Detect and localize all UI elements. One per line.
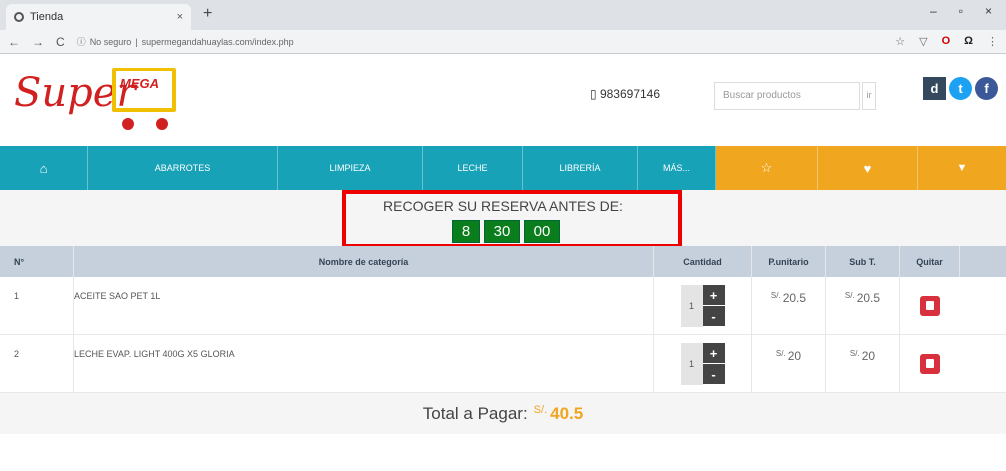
search-button[interactable]: ir: [862, 82, 876, 110]
nav-item-limpieza[interactable]: LIMPIEZA: [278, 146, 423, 190]
tab-title: Tienda: [30, 11, 64, 23]
total-label: Total a Pagar:: [422, 403, 528, 423]
browser-tab[interactable]: Tienda ×: [6, 4, 191, 30]
highlight-box: [342, 190, 682, 248]
url-field[interactable]: ⓘ No seguro | supermegandahuaylas.com/in…: [76, 32, 886, 51]
nav-cart[interactable]: ▼: [918, 146, 1006, 190]
nav-favorites[interactable]: ☆: [716, 146, 818, 190]
d-social-icon[interactable]: d: [923, 77, 946, 100]
product-name: LECHE EVAP. LIGHT 400G X5 GLORIA: [74, 335, 654, 392]
globe-icon: [14, 12, 24, 22]
nav-item-abarrotes[interactable]: ABARROTES: [88, 146, 278, 190]
unit-price: S/. 20: [752, 335, 826, 392]
phone-icon: ▯: [590, 87, 597, 101]
close-window-button[interactable]: ×: [985, 4, 992, 18]
quantity-value[interactable]: 1: [680, 284, 703, 327]
nav-item-libreria[interactable]: LIBRERÍA: [523, 146, 638, 190]
opera-icon[interactable]: O: [942, 35, 951, 48]
total-bar: Total a Pagar: S/. 40.5: [0, 393, 1006, 434]
quantity-cell: 1 + -: [654, 335, 752, 392]
reload-icon[interactable]: C: [56, 35, 65, 49]
extensions: ☆ ▽ O Ω ⋮: [895, 35, 998, 48]
forward-icon[interactable]: →: [32, 35, 44, 49]
facebook-icon[interactable]: f: [975, 77, 998, 100]
delete-button[interactable]: [920, 295, 940, 316]
remove-cell: [900, 277, 960, 334]
subtotal: S/. 20.5: [826, 277, 900, 334]
increase-button[interactable]: +: [702, 343, 725, 363]
browser-tab-bar: Tienda × + – ▫ ×: [0, 0, 1006, 30]
menu-icon[interactable]: ⋮: [987, 35, 998, 48]
star-bookmark-icon[interactable]: ☆: [895, 35, 905, 48]
increase-button[interactable]: +: [702, 285, 725, 305]
cart-wheel-icon: [122, 118, 134, 130]
reservation-countdown: RECOGER SU RESERVA ANTES DE: 8 30 00: [0, 190, 1006, 248]
phone-number: ▯ 983697146: [590, 87, 661, 101]
decrease-button[interactable]: -: [702, 364, 725, 384]
product-name: ACEITE SAO PET 1L: [74, 277, 654, 334]
shirt-icon: ♥: [863, 160, 872, 176]
info-icon: ⓘ: [76, 37, 86, 47]
row-number: 2: [0, 335, 74, 392]
extension-icon[interactable]: Ω: [964, 35, 973, 48]
remove-cell: [900, 335, 960, 392]
nav-shirt[interactable]: ♥: [818, 146, 918, 190]
main-nav: ⌂ ABARROTES LIMPIEZA LECHE LIBRERÍA MÁS.…: [0, 146, 1006, 190]
search-input[interactable]: Buscar productos: [714, 82, 860, 110]
delete-button[interactable]: [920, 353, 940, 374]
site-header: Super MEGA ▯ 983697146 Buscar productos …: [0, 54, 1006, 146]
nav-item-mas[interactable]: MÁS...: [638, 146, 716, 190]
quantity-value[interactable]: 1: [680, 342, 703, 385]
logo[interactable]: Super MEGA: [14, 62, 176, 140]
twitter-icon[interactable]: t: [949, 77, 972, 100]
address-bar: ← → C ⓘ No seguro | supermegandahuaylas.…: [0, 30, 1006, 54]
table-header: N° Nombre de categoría Cantidad P.unitar…: [0, 246, 1006, 277]
window-controls: – ▫ ×: [930, 4, 1006, 18]
social-links: d t f: [923, 77, 998, 100]
row-number: 1: [0, 277, 74, 334]
col-subtotal: Sub T.: [826, 246, 900, 277]
new-tab-button[interactable]: +: [203, 5, 212, 23]
col-quantity: Cantidad: [654, 246, 752, 277]
col-name: Nombre de categoría: [74, 246, 654, 277]
url-text: supermegandahuaylas.com/index.php: [141, 36, 294, 47]
tab-close-icon[interactable]: ×: [177, 11, 183, 23]
col-number: N°: [0, 246, 74, 277]
quantity-cell: 1 + -: [654, 277, 752, 334]
col-unit-price: P.unitario: [752, 246, 826, 277]
home-icon: ⌂: [39, 160, 48, 176]
cart-icon: ▼: [956, 162, 968, 174]
cart-table: N° Nombre de categoría Cantidad P.unitar…: [0, 246, 1006, 393]
total-amount: 40.5: [550, 403, 584, 423]
quantity-stepper: 1 + -: [680, 284, 725, 327]
trash-icon: [926, 301, 934, 310]
decrease-button[interactable]: -: [702, 306, 725, 326]
trash-icon: [926, 359, 934, 368]
total-currency: S/.: [533, 403, 548, 416]
url-security-label: No seguro: [89, 36, 132, 47]
subtotal: S/. 20: [826, 335, 900, 392]
unit-price: S/. 20.5: [752, 277, 826, 334]
cart-wheel-icon: [156, 118, 168, 130]
table-row: 1 ACEITE SAO PET 1L 1 + - S/. 20.5 S/. 20.…: [0, 277, 1006, 335]
logo-mega-text: MEGA: [120, 76, 159, 91]
star-icon: ☆: [760, 160, 773, 175]
col-remove: Quitar: [900, 246, 960, 277]
nav-home[interactable]: ⌂: [0, 146, 88, 190]
filter-icon[interactable]: ▽: [919, 35, 927, 48]
quantity-stepper: 1 + -: [680, 342, 725, 385]
maximize-button[interactable]: ▫: [959, 4, 963, 18]
table-row: 2 LECHE EVAP. LIGHT 400G X5 GLORIA 1 + -…: [0, 335, 1006, 393]
back-icon[interactable]: ←: [8, 35, 20, 49]
minimize-button[interactable]: –: [930, 4, 937, 18]
nav-item-leche[interactable]: LECHE: [423, 146, 523, 190]
